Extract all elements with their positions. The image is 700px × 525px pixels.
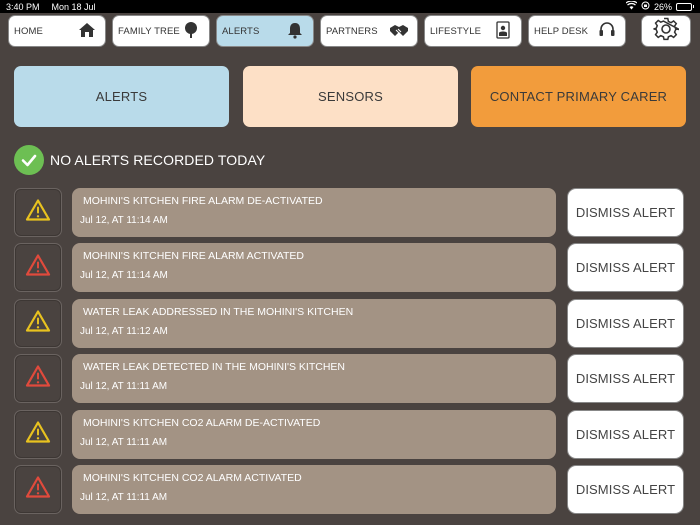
dismiss-alert-button[interactable]: DISMISS ALERT — [567, 354, 684, 404]
warning-icon — [25, 253, 51, 282]
status-right: 26% — [625, 0, 694, 12]
tab-label: HOME — [14, 25, 43, 37]
tab-label: HELP DESK — [534, 25, 589, 37]
alert-title: MOHINI'S KITCHEN CO2 ALARM ACTIVATED — [83, 471, 302, 484]
warning-icon — [25, 475, 51, 504]
alert-icon-box — [14, 409, 62, 459]
bell-icon — [285, 20, 305, 43]
battery-percent: 26% — [653, 1, 672, 12]
alert-title: MOHINI'S KITCHEN CO2 ALARM DE-ACTIVATED — [83, 416, 321, 429]
summary-text: NO ALERTS RECORDED TODAY — [50, 152, 266, 168]
gear-icon — [653, 16, 681, 47]
alert-row: MOHINI'S KITCHEN CO2 ALARM DE-ACTIVATED … — [14, 409, 686, 459]
alert-row: WATER LEAK DETECTED IN THE MOHINI'S KITC… — [14, 354, 686, 404]
alert-row: MOHINI'S KITCHEN CO2 ALARM ACTIVATED Jul… — [14, 464, 686, 514]
check-icon — [14, 145, 44, 175]
alert-message: MOHINI'S KITCHEN FIRE ALARM ACTIVATED Ju… — [72, 243, 556, 293]
settings-button[interactable] — [641, 15, 691, 47]
warning-icon — [25, 364, 51, 393]
tab-home[interactable]: HOME — [8, 15, 106, 47]
alert-title: WATER LEAK DETECTED IN THE MOHINI'S KITC… — [83, 361, 346, 374]
contact-primary-carer-button[interactable]: CONTACT PRIMARY CARER — [471, 66, 686, 127]
alert-time: Jul 12, AT 11:11 AM — [80, 436, 168, 448]
alert-message: MOHINI'S KITCHEN CO2 ALARM DE-ACTIVATED … — [72, 409, 556, 459]
dismiss-alert-button[interactable]: DISMISS ALERT — [567, 409, 684, 459]
alert-title: MOHINI'S KITCHEN FIRE ALARM ACTIVATED — [83, 250, 304, 263]
alert-time: Jul 12, AT 11:14 AM — [80, 270, 168, 282]
alert-message: WATER LEAK ADDRESSED IN THE MOHINI'S KIT… — [72, 298, 556, 348]
alert-time: Jul 12, AT 11:11 AM — [80, 381, 168, 393]
warning-icon — [25, 420, 51, 449]
alert-title: MOHINI'S KITCHEN FIRE ALARM DE-ACTIVATED — [83, 195, 323, 207]
person-icon — [493, 20, 513, 43]
dismiss-alert-button[interactable]: DISMISS ALERT — [567, 464, 684, 514]
alert-time: Jul 12, AT 11:11 AM — [80, 491, 168, 503]
warning-icon — [25, 198, 51, 227]
dismiss-alert-button[interactable]: DISMISS ALERT — [567, 188, 684, 237]
alert-title: WATER LEAK ADDRESSED IN THE MOHINI'S KIT… — [83, 305, 354, 318]
alert-row: MOHINI'S KITCHEN FIRE ALARM ACTIVATED Ju… — [14, 243, 686, 293]
tab-partners[interactable]: PARTNERS — [320, 15, 418, 47]
status-date: Mon 18 Jul — [51, 1, 96, 12]
alert-icon-box — [14, 298, 62, 348]
alert-message: WATER LEAK DETECTED IN THE MOHINI'S KITC… — [72, 354, 556, 404]
top-nav: HOME FAMILY TREE ALERTS PARTNERS LIFESTY… — [8, 15, 626, 47]
alert-list: MOHINI'S KITCHEN FIRE ALARM DE-ACTIVATED… — [14, 188, 686, 520]
dismiss-alert-button[interactable]: DISMISS ALERT — [567, 298, 684, 348]
tab-lifestyle[interactable]: LIFESTYLE — [424, 15, 522, 47]
tab-help-desk[interactable]: HELP DESK — [528, 15, 626, 47]
alert-icon-box — [14, 354, 62, 404]
alert-time: Jul 12, AT 11:12 AM — [80, 325, 168, 337]
warning-icon — [25, 309, 51, 338]
tab-family-tree[interactable]: FAMILY TREE — [112, 15, 210, 47]
headset-icon — [597, 20, 617, 43]
alert-message: MOHINI'S KITCHEN FIRE ALARM DE-ACTIVATED… — [72, 188, 556, 237]
alert-icon-box — [14, 188, 62, 237]
tab-label: LIFESTYLE — [430, 25, 482, 37]
alert-icon-box — [14, 464, 62, 514]
tab-label: PARTNERS — [326, 25, 378, 37]
tab-label: FAMILY TREE — [118, 25, 180, 37]
alert-message: MOHINI'S KITCHEN CO2 ALARM ACTIVATED Jul… — [72, 464, 556, 514]
status-time: 3:40 PM — [6, 1, 40, 12]
alert-row: WATER LEAK ADDRESSED IN THE MOHINI'S KIT… — [14, 298, 686, 348]
battery-icon — [676, 2, 694, 11]
status-bar: 3:40 PM Mon 18 Jul 26% — [0, 0, 700, 13]
home-icon — [77, 20, 97, 43]
alerts-summary: NO ALERTS RECORDED TODAY — [14, 145, 265, 175]
wifi-icon — [625, 0, 638, 12]
handshake-icon — [389, 20, 409, 43]
tab-alerts[interactable]: ALERTS — [216, 15, 314, 47]
orientation-lock-icon — [641, 1, 650, 12]
tab-label: ALERTS — [222, 25, 260, 37]
alerts-button[interactable]: ALERTS — [14, 66, 229, 127]
tree-icon — [181, 20, 201, 43]
dismiss-alert-button[interactable]: DISMISS ALERT — [567, 243, 684, 293]
alert-icon-box — [14, 243, 62, 293]
alert-time: Jul 12, AT 11:14 AM — [80, 215, 168, 226]
alert-row: MOHINI'S KITCHEN FIRE ALARM DE-ACTIVATED… — [14, 188, 686, 237]
sensors-button[interactable]: SENSORS — [243, 66, 458, 127]
